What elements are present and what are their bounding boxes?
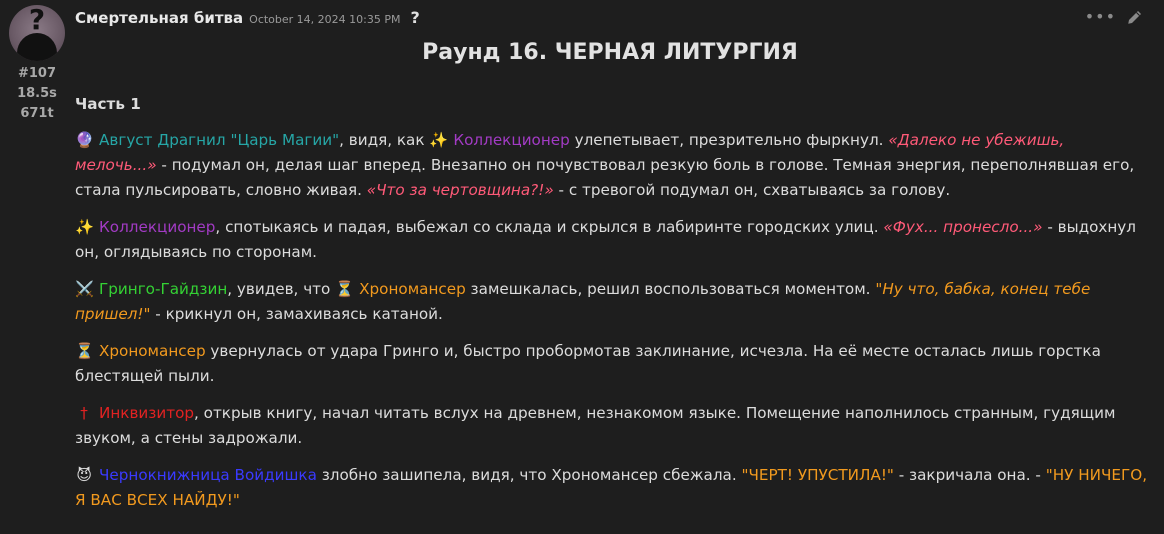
paragraph-2: ✨ Коллекционер, спотыкаясь и падая, выбеж… [75,215,1150,265]
help-icon[interactable]: ? [410,8,419,27]
devil-face-icon: 😈 [76,466,92,484]
character-inquisitor: Инквизитор [99,404,195,422]
character-collector: Коллекционер [99,218,216,236]
avatar-silhouette [17,33,57,61]
paragraph-5: † Инквизитор, открыв книгу, начал читать … [75,401,1150,451]
p6-text-2: - закричала она. - [893,466,1046,484]
character-august: Август Драгнил "Царь Магии" [99,131,340,149]
post-body: Часть 1 🔮 Август Драгнил "Царь Магии", ви… [75,92,1150,525]
edit-pencil-icon[interactable] [1126,8,1144,26]
character-voidishka: Чернокнижница Войдишка [99,466,317,484]
avatar-question-glyph: ? [28,5,46,36]
post-actions: ••• [1085,7,1144,26]
post-number[interactable]: #107 [0,64,74,84]
hourglass-icon: ⏳ [75,342,94,360]
paragraph-6: 😈 Чернокнижница Войдишка злобно зашипела,… [75,463,1150,513]
post-date[interactable]: October 14, 2024 10:35 PM [249,13,400,26]
paragraph-1: 🔮 Август Драгнил "Царь Магии", видя, как … [75,128,1150,203]
crossed-swords-icon: ⚔️ [75,280,94,298]
p5-text-1: , открыв книгу, начал читать вслух на др… [75,404,1116,447]
post-title: Раунд 16. ЧЕРНАЯ ЛИТУРГИЯ [422,40,798,65]
sparkles-icon: ✨ [429,131,449,149]
p3-text-2: замешкалась, решил воспользоваться момен… [465,280,876,298]
p1-text-2: улепетывает, презрительно фыркнул. [569,131,889,149]
character-collector: Коллекционер [453,131,570,149]
p6-text-1: злобно зашипела, видя, что Хрономансер с… [316,466,742,484]
more-options-icon[interactable]: ••• [1085,7,1116,26]
p6-quote-1: "ЧЕРТ! УПУСТИЛА!" [741,466,894,484]
crystal-ball-icon: 🔮 [75,131,94,149]
forum-post: ? #107 18.5s 671t Смертельная битва Octo… [0,0,1164,534]
post-time-stat: 18.5s [17,86,57,101]
post-header: Смертельная битва October 14, 2024 10:35… [75,8,420,30]
part-heading: Часть 1 [75,95,141,113]
hourglass-icon: ⏳ [335,280,355,298]
post-token-stat: 671t [20,106,54,121]
p1-text-4: - с тревогой подумал он, схватываясь за … [553,181,951,199]
avatar[interactable]: ? [9,5,65,61]
character-chronomancer: Хрономансер [99,342,206,360]
p3-text-3: - крикнул он, замахиваясь катаной. [150,305,443,323]
paragraph-4: ⏳ Хрономансер увернулась от удара Гринго … [75,339,1150,389]
paragraph-3: ⚔️ Гринго-Гайдзин, увидев, что ⏳ Хрономанс… [75,277,1150,327]
sparkles-icon: ✨ [75,218,94,236]
character-chronomancer: Хрономансер [359,280,466,298]
p2-quote-1: «Фух... пронесло...» [883,218,1043,236]
p1-text-1: , видя, как [339,131,430,149]
p4-text-1: увернулась от удара Гринго и, быстро про… [75,342,1101,385]
p2-text-1: , спотыкаясь и падая, выбежал со склада … [215,218,884,236]
p3-text-1: , увидев, что [227,280,336,298]
dagger-cross-icon: † [80,404,88,422]
post-stats: #107 18.5s 671t [0,64,74,124]
character-gringo: Гринго-Гайдзин [99,280,228,298]
p1-quote-2: «Что за чертовщина?!» [366,181,554,199]
username[interactable]: Смертельная битва [75,9,243,27]
